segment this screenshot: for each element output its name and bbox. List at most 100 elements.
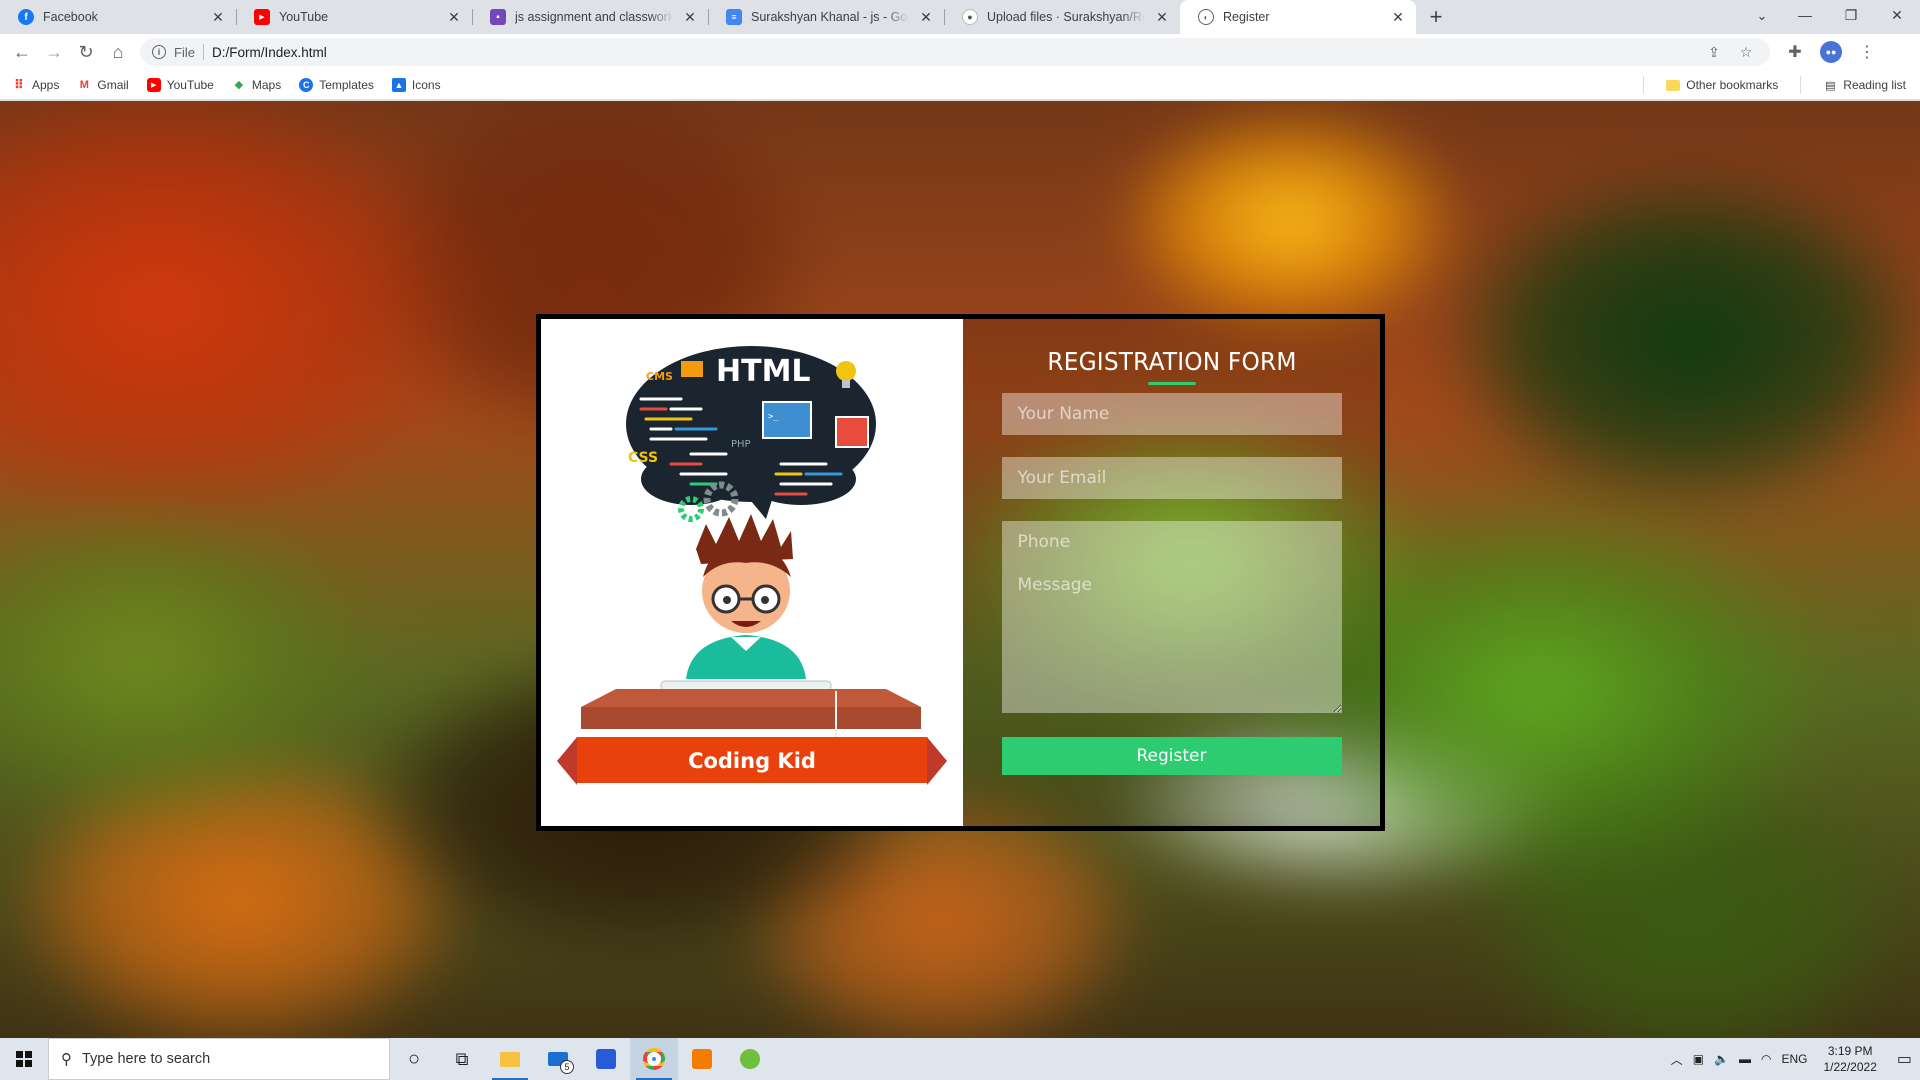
message-textarea[interactable] bbox=[1001, 563, 1342, 713]
icons-icon: ▲ bbox=[391, 77, 406, 92]
tab-google-docs[interactable]: ≡ Surakshyan Khanal - js - Google Docs ✕ bbox=[708, 0, 944, 34]
bookmark-gmail[interactable]: M Gmail bbox=[77, 77, 129, 92]
address-url[interactable]: D:/Form/Index.html bbox=[212, 45, 1694, 60]
svg-text:>_: >_ bbox=[768, 412, 779, 422]
taskbar-search-placeholder: Type here to search bbox=[82, 1051, 211, 1067]
battery-icon[interactable]: ▬ bbox=[1739, 1052, 1751, 1066]
minimize-icon[interactable]: — bbox=[1782, 0, 1828, 30]
notifications-icon[interactable]: ▭ bbox=[1897, 1049, 1912, 1069]
close-tab-icon[interactable]: ✕ bbox=[1154, 9, 1170, 25]
bookmark-label: Templates bbox=[319, 77, 374, 92]
clock-time: 3:19 PM bbox=[1827, 1044, 1873, 1058]
bookmark-label: Maps bbox=[251, 77, 282, 92]
tab-classroom[interactable]: ▪ js assignment and classwork submission… bbox=[472, 0, 708, 34]
github-icon: ● bbox=[962, 9, 978, 25]
avatar: ●● bbox=[1820, 41, 1842, 63]
new-tab-button[interactable]: + bbox=[1422, 3, 1450, 31]
volume-icon[interactable]: 🔈 bbox=[1714, 1052, 1729, 1066]
classroom-icon: ▪ bbox=[490, 9, 506, 25]
bookmarks-right: Other bookmarks ▤ Reading list bbox=[1643, 70, 1906, 100]
search-icon: ⚲ bbox=[61, 1051, 72, 1068]
tab-github[interactable]: ● Upload files · Surakshyan/Registration… bbox=[944, 0, 1180, 34]
file-explorer-icon[interactable] bbox=[486, 1038, 534, 1080]
forward-icon[interactable]: → bbox=[38, 36, 70, 68]
name-input[interactable] bbox=[1001, 393, 1342, 435]
css-label: CSS bbox=[628, 450, 658, 466]
tab-title: js assignment and classwork submission bbox=[515, 10, 673, 24]
mail-badge: 5 bbox=[560, 1060, 574, 1074]
tray-overflow-icon[interactable]: ︿ bbox=[1671, 1051, 1683, 1068]
facebook-icon: f bbox=[18, 9, 34, 25]
tab-title: Facebook bbox=[43, 10, 98, 24]
other-bookmarks[interactable]: Other bookmarks bbox=[1666, 78, 1778, 92]
home-icon[interactable]: ⌂ bbox=[102, 36, 134, 68]
bookmark-star-icon[interactable]: ☆ bbox=[1734, 44, 1758, 61]
bookmark-label: Gmail bbox=[97, 77, 129, 92]
bookmark-apps[interactable]: ⠿ Apps bbox=[12, 77, 59, 92]
close-tab-icon[interactable]: ✕ bbox=[446, 9, 462, 25]
tab-title: Register bbox=[1223, 10, 1270, 24]
bookmark-maps[interactable]: ◆ Maps bbox=[232, 77, 282, 92]
tab-title: YouTube bbox=[279, 10, 329, 24]
vscode-icon[interactable] bbox=[582, 1038, 630, 1080]
taskbar-search[interactable]: ⚲ Type here to search bbox=[48, 1038, 390, 1080]
device-icon[interactable]: ▣ bbox=[1693, 1052, 1704, 1066]
tab-register[interactable]: ◐ Register ✕ bbox=[1180, 0, 1416, 34]
start-button[interactable] bbox=[0, 1038, 48, 1080]
utorrent-icon[interactable] bbox=[726, 1038, 774, 1080]
task-view-icon[interactable]: ⧉ bbox=[438, 1038, 486, 1080]
youtube-icon: ▶ bbox=[254, 9, 270, 25]
toolbar-right: ✚ ●● ⋮ bbox=[1780, 37, 1882, 67]
info-icon[interactable]: i bbox=[152, 45, 166, 59]
php-label: PHP bbox=[731, 439, 751, 450]
bookmark-templates[interactable]: C Templates bbox=[299, 77, 374, 92]
close-tab-icon[interactable]: ✕ bbox=[210, 9, 226, 25]
envelope-icon bbox=[681, 361, 703, 377]
browser-window-icon bbox=[835, 416, 869, 448]
close-window-icon[interactable]: ✕ bbox=[1874, 0, 1920, 30]
globe-icon: ◐ bbox=[1198, 9, 1214, 25]
reload-icon[interactable]: ↻ bbox=[70, 36, 102, 68]
close-tab-icon[interactable]: ✕ bbox=[1390, 9, 1406, 25]
reading-list[interactable]: ▤ Reading list bbox=[1823, 78, 1906, 92]
tab-youtube[interactable]: ▶ YouTube ✕ bbox=[236, 0, 472, 34]
close-tab-icon[interactable]: ✕ bbox=[682, 9, 698, 25]
window-controls: — ❐ ✕ bbox=[1782, 0, 1920, 34]
page-viewport: CMS HTML >_ PHP CSS Coding Kid REGISTRAT… bbox=[0, 101, 1920, 1038]
bookmark-label: Icons bbox=[411, 77, 441, 92]
bookmark-icons[interactable]: ▲ Icons bbox=[391, 77, 441, 92]
profile-avatar[interactable]: ●● bbox=[1816, 37, 1846, 67]
bookmarks-divider bbox=[1643, 76, 1645, 94]
language-indicator[interactable]: ENG bbox=[1781, 1052, 1807, 1066]
phone-input[interactable] bbox=[1001, 521, 1342, 563]
bookmark-label: YouTube bbox=[166, 77, 214, 92]
bookmark-youtube[interactable]: ▶ YouTube bbox=[146, 77, 214, 92]
wifi-icon[interactable]: ◠ bbox=[1761, 1052, 1771, 1066]
system-tray: ︿ ▣ 🔈 ▬ ◠ ENG 3:19 PM 1/22/2022 ▭ bbox=[1671, 1038, 1920, 1080]
tab-facebook[interactable]: f Facebook ✕ bbox=[0, 0, 236, 34]
sublime-text-icon[interactable] bbox=[678, 1038, 726, 1080]
desk bbox=[581, 689, 921, 707]
extensions-icon[interactable]: ✚ bbox=[1780, 37, 1810, 67]
cortana-icon[interactable]: ○ bbox=[390, 1038, 438, 1080]
menu-icon[interactable]: ⋮ bbox=[1852, 37, 1882, 67]
taskbar-clock[interactable]: 3:19 PM 1/22/2022 bbox=[1823, 1043, 1876, 1075]
gmail-icon: M bbox=[79, 78, 89, 91]
close-tab-icon[interactable]: ✕ bbox=[918, 9, 934, 25]
title-underline bbox=[1147, 382, 1196, 385]
cms-label: CMS bbox=[646, 370, 673, 383]
coding-kid-illustration: CMS HTML >_ PHP CSS Coding Kid bbox=[557, 346, 947, 785]
back-icon[interactable]: ← bbox=[6, 36, 38, 68]
tab-search-icon[interactable]: ⌄ bbox=[1748, 3, 1776, 29]
mail-icon[interactable]: 5 bbox=[534, 1038, 582, 1080]
email-input[interactable] bbox=[1001, 457, 1342, 499]
share-icon[interactable]: ⇪ bbox=[1702, 44, 1726, 61]
address-bar[interactable]: i File D:/Form/Index.html ⇪ ☆ bbox=[140, 38, 1770, 66]
maps-icon: ◆ bbox=[234, 79, 244, 91]
chrome-icon[interactable] bbox=[630, 1038, 678, 1080]
restore-icon[interactable]: ❐ bbox=[1828, 0, 1874, 30]
html-label: HTML bbox=[716, 354, 811, 389]
browser-toolbar: ← → ↻ ⌂ i File D:/Form/Index.html ⇪ ☆ ✚ … bbox=[0, 34, 1920, 70]
register-button[interactable]: Register bbox=[1001, 737, 1342, 775]
bookmarks-bar: ⠿ Apps M Gmail ▶ YouTube ◆ Maps C Templa… bbox=[0, 70, 1920, 100]
